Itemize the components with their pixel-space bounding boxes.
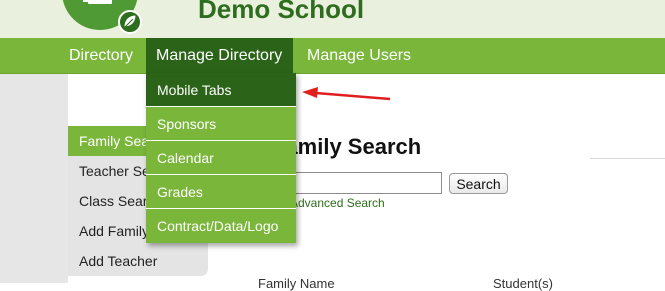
menu-item-sponsors[interactable]: Sponsors [146,107,296,141]
leaf-icon [118,10,142,34]
sidebar-item-add-teacher[interactable]: Add Teacher [68,246,208,276]
header: Demo School [0,0,665,38]
red-arrow [302,87,391,101]
column-header-family-name[interactable]: Family Name [258,276,335,291]
menu-item-contract-data-logo[interactable]: Contract/Data/Logo [146,209,296,243]
nav-directory[interactable]: Directory [69,38,133,73]
nav-manage-directory[interactable]: Manage Directory [146,38,294,73]
column-header-students[interactable]: Student(s) [493,276,553,291]
menu-item-mobile-tabs[interactable]: Mobile Tabs [146,73,296,107]
main-nav: Directory Manage Directory Manage Users [0,38,665,74]
search-input[interactable] [290,172,442,194]
menu-item-calendar[interactable]: Calendar [146,141,296,175]
nav-manage-users[interactable]: Manage Users [307,38,411,73]
search-button[interactable]: Search [449,173,508,194]
advanced-search-link[interactable]: Advanced Search [290,196,385,210]
menu-item-grades[interactable]: Grades [146,175,296,209]
manage-directory-menu: Mobile Tabs Sponsors Calendar Grades Con… [146,73,296,243]
school-logo-icon [62,0,142,34]
app-title: Demo School [198,0,365,24]
divider [590,158,665,159]
